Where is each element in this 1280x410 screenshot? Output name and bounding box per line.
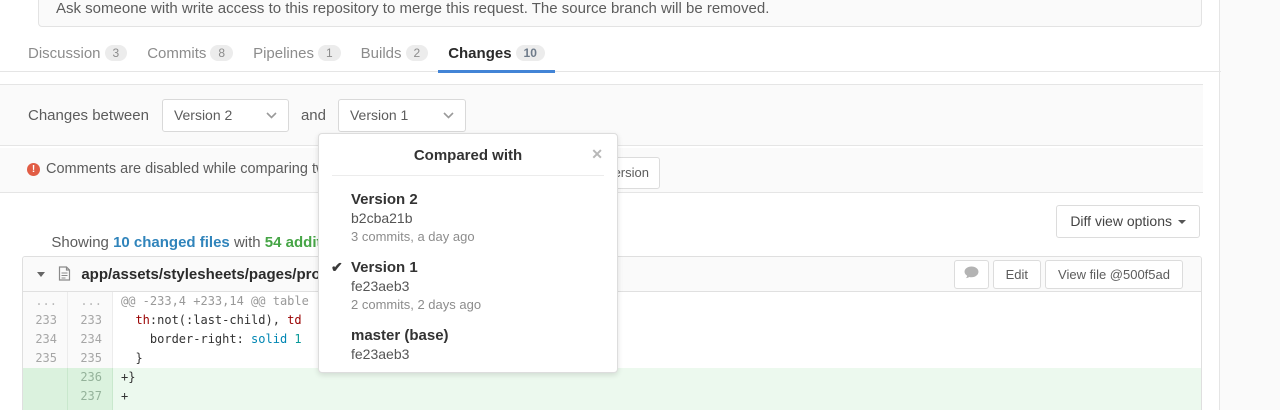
code-segment: th	[135, 313, 149, 327]
changed-files-link[interactable]: 10 changed files	[113, 234, 230, 251]
tab-count-badge: 1	[318, 45, 341, 61]
code-line: }	[113, 349, 1201, 368]
old-line-number[interactable]: 233	[23, 311, 68, 330]
check-icon: ✔	[331, 259, 343, 276]
new-line-number[interactable]: ...	[68, 292, 113, 311]
code-line: border-right: solid 1	[113, 330, 1201, 349]
tab-count-badge: 2	[406, 45, 429, 61]
main-content: Ask someone with write access to this re…	[0, 0, 1203, 410]
code-segment: :not(:last-child)	[150, 313, 273, 327]
merge-info-text: Ask someone with write access to this re…	[56, 0, 769, 17]
chevron-down-icon	[443, 112, 454, 119]
commit-sha: fe23aeb3	[351, 345, 602, 364]
code-line: +	[113, 387, 1201, 406]
end-version-select[interactable]: Version 1	[338, 99, 466, 132]
commit-sha: b2cba21b	[351, 209, 602, 228]
start-version-select[interactable]: Version 2	[162, 99, 289, 132]
code-line: +}	[113, 368, 1201, 387]
version-meta: 3 commits, a day ago	[351, 228, 602, 245]
dropdown-title: Compared with	[414, 147, 522, 164]
code-segment: solid	[251, 332, 287, 346]
notice-text: Comments are disabled while comparing tw	[46, 161, 326, 177]
new-line-number[interactable]	[68, 406, 113, 410]
tab-count-badge: 10	[516, 45, 545, 61]
file-header-actions: Edit View file @500f5ad	[954, 260, 1183, 289]
tab-changes[interactable]: Changes 10	[438, 40, 555, 72]
summary-middle: with	[230, 234, 265, 251]
and-label: and	[301, 107, 326, 124]
tab-commits[interactable]: Commits8	[137, 40, 243, 72]
chevron-down-icon	[266, 112, 277, 119]
compare-option-master-base-[interactable]: master (base)fe23aeb3	[319, 320, 617, 371]
old-line-number[interactable]	[23, 406, 68, 410]
merge-info-box: Ask someone with write access to this re…	[38, 0, 1202, 27]
old-line-number[interactable]	[23, 368, 68, 387]
collapse-caret-icon[interactable]	[37, 272, 45, 277]
comment-toggle-button[interactable]	[954, 260, 989, 289]
diff-line: 237 +	[23, 387, 1201, 406]
code-segment: +}	[121, 370, 135, 384]
code-segment: @@ -233,4 +233,14 @@ table	[121, 294, 309, 308]
end-version-value: Version 1	[350, 107, 408, 123]
diff-view-options-label: Diff view options	[1070, 213, 1172, 229]
page-background-rail	[1219, 0, 1280, 410]
tab-count-badge: 8	[210, 45, 233, 61]
compare-option-version-2[interactable]: Version 2b2cba21b3 commits, a day ago	[319, 184, 617, 252]
commit-sha: fe23aeb3	[351, 277, 602, 296]
tab-label: Pipelines	[253, 45, 314, 62]
caret-down-icon	[1178, 220, 1186, 224]
code-segment: +	[121, 389, 128, 403]
tab-discussion[interactable]: Discussion3	[18, 40, 137, 72]
tab-builds[interactable]: Builds2	[351, 40, 439, 72]
diff-view-options-button[interactable]: Diff view options	[1056, 205, 1200, 238]
dropdown-item-list: Version 2b2cba21b3 commits, a day ago ✔ Ve…	[319, 176, 617, 371]
tab-label: Builds	[361, 45, 402, 62]
exclamation-circle-icon: !	[27, 163, 40, 176]
old-line-number[interactable]: ...	[23, 292, 68, 311]
code-segment: border-right:	[121, 332, 251, 346]
mr-tab-bar: Discussion3Commits8Pipelines1Builds2Chan…	[0, 40, 1221, 72]
tab-count-badge: 3	[105, 45, 128, 61]
tab-label: Discussion	[28, 45, 101, 62]
version-title: master (base)	[351, 326, 602, 345]
file-document-icon	[58, 266, 71, 281]
new-line-number[interactable]: 234	[68, 330, 113, 349]
code-segment: }	[121, 351, 143, 365]
start-version-value: Version 2	[174, 107, 232, 123]
edit-button[interactable]: Edit	[993, 260, 1041, 289]
code-line: @@ -233,4 +233,14 @@ table	[113, 292, 1201, 311]
code-segment: ,	[273, 313, 287, 327]
summary-prefix: Showing	[51, 234, 113, 251]
close-icon[interactable]: ✕	[591, 146, 603, 163]
code-segment: 1	[294, 332, 301, 346]
code-segment: td	[287, 313, 301, 327]
code-line: th:not(:last-child), td	[113, 311, 1201, 330]
tab-label: Commits	[147, 45, 206, 62]
old-line-number[interactable]: 235	[23, 349, 68, 368]
compare-option-version-1[interactable]: ✔ Version 1fe23aeb32 commits, 2 days ago	[319, 252, 617, 320]
merge-request-changes-page: Ask someone with write access to this re…	[0, 0, 1280, 410]
tab-label: Changes	[448, 45, 511, 62]
old-line-number[interactable]: 234	[23, 330, 68, 349]
new-line-number[interactable]: 233	[68, 311, 113, 330]
code-segment	[121, 313, 135, 327]
dropdown-header: Compared with ✕	[332, 134, 604, 176]
new-line-number[interactable]: 237	[68, 387, 113, 406]
version-title: Version 1	[351, 258, 602, 277]
diff-line	[23, 406, 1201, 410]
view-file-button[interactable]: View file @500f5ad	[1045, 260, 1183, 289]
old-line-number[interactable]	[23, 387, 68, 406]
version-meta: 2 commits, 2 days ago	[351, 296, 602, 313]
new-line-number[interactable]: 236	[68, 368, 113, 387]
compared-with-dropdown: Compared with ✕ Version 2b2cba21b3 commi…	[318, 133, 618, 373]
version-title: Version 2	[351, 190, 602, 209]
changes-between-label: Changes between	[28, 107, 149, 124]
code-line	[113, 406, 1201, 410]
file-path: app/assets/stylesheets/pages/profile	[81, 266, 342, 283]
tab-pipelines[interactable]: Pipelines1	[243, 40, 351, 72]
comment-bubble-icon	[964, 266, 979, 279]
new-line-number[interactable]: 235	[68, 349, 113, 368]
